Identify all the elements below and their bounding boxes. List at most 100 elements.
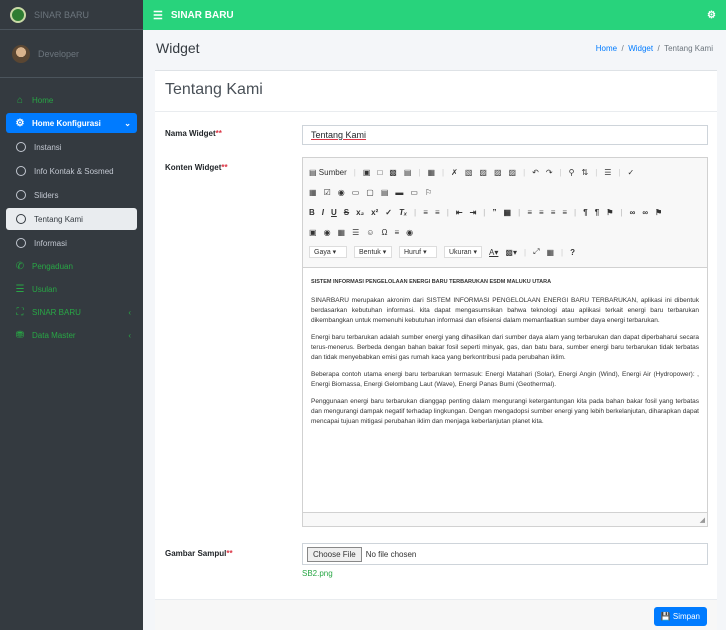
rich-text-editor[interactable]: ▤ Sumber | ▣ □ ▩ ▤ | ▦ | ✗ ▧ ▨ ▨ ▨ | ↶ ↷… (302, 157, 708, 527)
outdent-icon[interactable]: ⇤ (456, 208, 463, 217)
print-icon[interactable]: ▤ (404, 168, 412, 177)
indent-icon[interactable]: ⇥ (470, 208, 477, 217)
copy-format-icon[interactable]: ✓ (385, 208, 392, 217)
font-select[interactable]: Huruf ▾ (399, 246, 437, 258)
numbered-list-icon[interactable]: ≡ (423, 208, 428, 217)
sidebar-item-label: Instansi (34, 142, 62, 152)
flash-icon[interactable]: ◉ (324, 228, 331, 237)
sidebar-item-label: Tentang Kami (34, 214, 83, 224)
div-icon[interactable]: ▦ (504, 208, 512, 217)
horizontal-line-icon[interactable]: ☰ (352, 228, 359, 237)
language-icon[interactable]: ⚑ (606, 208, 613, 217)
hidden-field-icon[interactable]: ⚐ (425, 188, 432, 197)
sidebar-item-sinar-baru[interactable]: ⛶ SINAR BARU ‹ (6, 302, 137, 322)
undo-icon[interactable]: ↶ (532, 168, 539, 177)
hamburger-icon[interactable]: ☰ (153, 9, 163, 22)
cover-image-input[interactable]: Choose File No file chosen (302, 543, 708, 565)
unlink-icon[interactable]: ∞ (642, 208, 648, 217)
select-icon[interactable]: ▤ (381, 188, 389, 197)
editor-paragraph: Penggunaan energi baru terbarukan diangg… (311, 398, 699, 425)
textarea-icon[interactable]: ▢ (366, 188, 374, 197)
gear-icon[interactable]: ⚙ (707, 10, 716, 21)
sidebar-item-data-master[interactable]: ⛃ Data Master ‹ (6, 325, 137, 345)
redo-icon[interactable]: ↷ (546, 168, 553, 177)
button-icon[interactable]: ▬ (395, 188, 403, 197)
sidebar-item-sliders[interactable]: Sliders (6, 184, 137, 206)
choose-file-button[interactable]: Choose File (307, 546, 362, 562)
sidebar-item-label: SINAR BARU (32, 307, 81, 317)
save-icon[interactable]: ▣ (363, 168, 371, 177)
paste-text-icon[interactable]: ▨ (494, 168, 502, 177)
text-color-icon[interactable]: A▾ (489, 248, 498, 257)
copy-icon[interactable]: ▧ (465, 168, 473, 177)
size-select[interactable]: Ukuran ▾ (444, 246, 483, 258)
sidebar-item-instansi[interactable]: Instansi (6, 136, 137, 158)
bold-icon[interactable]: B (309, 208, 315, 217)
page-break-icon[interactable]: ≡ (394, 228, 399, 237)
format-select[interactable]: Bentuk ▾ (354, 246, 392, 258)
italic-icon[interactable]: I (322, 208, 324, 217)
sidebar-item-tentang-kami[interactable]: Tentang Kami (6, 208, 137, 230)
radio-icon[interactable]: ◉ (338, 188, 345, 197)
align-right-icon[interactable]: ≡ (551, 208, 556, 217)
save-button[interactable]: 💾 Simpan (653, 607, 707, 626)
rtl-icon[interactable]: ¶ (595, 208, 599, 217)
align-left-icon[interactable]: ≡ (527, 208, 532, 217)
subscript-icon[interactable]: x₂ (356, 208, 364, 217)
iframe-icon[interactable]: ◉ (406, 228, 413, 237)
style-select[interactable]: Gaya ▾ (309, 246, 347, 258)
justify-icon[interactable]: ≡ (562, 208, 567, 217)
editor-content[interactable]: SISTEM INFORMASI PENGELOLAAN ENERGI BARU… (303, 268, 707, 443)
replace-icon[interactable]: ⇅ (582, 168, 589, 177)
new-page-icon[interactable]: □ (377, 168, 382, 177)
select-all-icon[interactable]: ☰ (604, 168, 611, 177)
resize-handle-icon[interactable]: ◢ (700, 516, 705, 524)
paste-word-icon[interactable]: ▨ (509, 168, 517, 177)
image-icon[interactable]: ▣ (309, 228, 317, 237)
ltr-icon[interactable]: ¶ (583, 208, 587, 217)
sidebar-item-pengaduan[interactable]: ✆ Pengaduan (6, 256, 137, 276)
phone-icon: ✆ (15, 260, 25, 272)
anchor-icon[interactable]: ⚑ (655, 208, 662, 217)
form-icon[interactable]: ▦ (309, 188, 317, 197)
source-button[interactable]: ▤ Sumber (309, 168, 347, 177)
link-icon[interactable]: ∞ (630, 208, 636, 217)
show-blocks-icon[interactable]: ▦ (546, 248, 554, 257)
sidebar-item-home[interactable]: ⌂ Home (6, 90, 137, 110)
bullet-list-icon[interactable]: ≡ (435, 208, 440, 217)
bg-color-icon[interactable]: ▩▾ (505, 248, 517, 257)
sidebar-item-home-konfigurasi[interactable]: ⚙ Home Konfigurasi ⌄ (6, 113, 137, 133)
paste-icon[interactable]: ▨ (479, 168, 487, 177)
find-icon[interactable]: ⚲ (569, 168, 575, 177)
help-icon[interactable]: ? (570, 248, 575, 257)
brand[interactable]: SINAR BARU (0, 0, 143, 30)
breadcrumb-widget[interactable]: Widget (628, 44, 653, 53)
image-button-icon[interactable]: ▭ (410, 188, 418, 197)
user-panel[interactable]: Developer (0, 30, 143, 78)
checkbox-icon[interactable]: ☑ (324, 188, 331, 197)
cut-icon[interactable]: ✗ (451, 168, 458, 177)
name-label: Nama Widget** (165, 129, 222, 138)
strike-icon[interactable]: S (344, 208, 349, 217)
sidebar-item-informasi[interactable]: Informasi (6, 232, 137, 254)
breadcrumb-current: Tentang Kami (664, 43, 713, 53)
chevron-down-icon: ⌄ (124, 118, 131, 128)
superscript-icon[interactable]: x² (371, 208, 378, 217)
name-input[interactable]: Tentang Kami (302, 125, 708, 145)
underline-icon[interactable]: U (331, 208, 337, 217)
smiley-icon[interactable]: ☺ (366, 228, 374, 237)
breadcrumb-home[interactable]: Home (596, 44, 617, 53)
preview-icon[interactable]: ▩ (389, 168, 397, 177)
spellcheck-icon[interactable]: ✓ (628, 168, 635, 177)
special-char-icon[interactable]: Ω (381, 228, 387, 237)
maximize-icon[interactable]: ⤢ (533, 247, 539, 257)
align-center-icon[interactable]: ≡ (539, 208, 544, 217)
template-icon[interactable]: ▦ (427, 168, 435, 177)
blockquote-icon[interactable]: ” (493, 208, 497, 217)
remove-format-icon[interactable]: Tₓ (399, 208, 407, 217)
table-icon[interactable]: ▦ (338, 228, 346, 237)
textfield-icon[interactable]: ▭ (352, 188, 360, 197)
sidebar-item-usulan[interactable]: ☰ Usulan (6, 279, 137, 299)
sidebar-item-info-kontak[interactable]: Info Kontak & Sosmed (6, 160, 137, 182)
sidebar-nav: ⌂ Home ⚙ Home Konfigurasi ⌄ Instansi Inf… (0, 78, 143, 356)
